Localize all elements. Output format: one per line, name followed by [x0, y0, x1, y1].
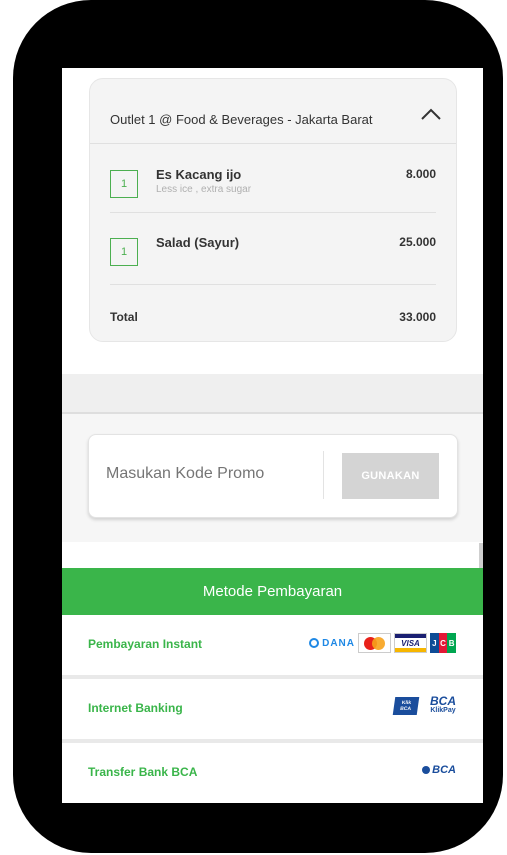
visa-logo-text: VISA	[401, 638, 420, 648]
app-screen: Outlet 1 @ Food & Beverages - Jakarta Ba…	[62, 68, 483, 803]
klikbca-text: BCA	[399, 706, 412, 712]
mastercard-logo	[358, 633, 391, 653]
bca-klikpay-subtext: KlikPay	[430, 707, 456, 714]
divider	[110, 284, 436, 285]
promo-box: GUNAKAN	[88, 434, 458, 518]
outlet-title: Outlet 1 @ Food & Beverages - Jakarta Ba…	[110, 112, 373, 127]
divider	[323, 451, 324, 499]
total-label: Total	[110, 310, 138, 324]
quantity-box[interactable]: 1	[110, 238, 138, 266]
jcb-logo: J C B	[430, 633, 457, 653]
payment-logos: DANA VISA J C B	[309, 633, 457, 653]
order-card: Outlet 1 @ Food & Beverages - Jakarta Ba…	[89, 78, 457, 342]
jcb-letter: C	[438, 633, 448, 653]
payment-method-instant[interactable]: Pembayaran Instant DANA VISA J C B	[62, 615, 483, 679]
payment-methods-header: Metode Pembayaran	[62, 568, 483, 615]
item-price: 8.000	[405, 167, 436, 181]
mastercard-yellow-circle	[372, 637, 385, 650]
divider	[90, 143, 456, 144]
payment-method-label: Internet Banking	[88, 701, 183, 715]
item-note: Less ice , extra sugar	[156, 184, 252, 195]
bca-logo: BCA	[422, 764, 456, 776]
jcb-letter: J	[430, 633, 439, 653]
klikbca-logo: Klik BCA	[392, 697, 420, 715]
payment-logos: BCA	[422, 764, 456, 776]
visa-band-gold	[395, 648, 426, 652]
dana-logo: DANA	[309, 638, 355, 649]
apply-promo-button[interactable]: GUNAKAN	[342, 453, 439, 499]
item-name: Salad (Sayur)	[156, 235, 240, 250]
payment-logos: Klik BCA BCA KlikPay	[392, 695, 456, 716]
payment-method-label: Pembayaran Instant	[88, 637, 203, 651]
bca-dot-icon	[422, 766, 431, 774]
chevron-up-icon[interactable]	[420, 107, 442, 121]
promo-code-input[interactable]	[106, 465, 316, 483]
payment-method-internet-banking[interactable]: Internet Banking Klik BCA BCA KlikPay	[62, 679, 483, 743]
section-separator	[62, 374, 483, 414]
bca-klikpay-logo: BCA KlikPay	[430, 695, 456, 716]
visa-logo: VISA	[394, 633, 427, 653]
phone-frame: Outlet 1 @ Food & Beverages - Jakarta Ba…	[13, 0, 503, 853]
item-price: 25.000	[399, 235, 436, 249]
quantity-box[interactable]: 1	[110, 170, 138, 198]
item-name: Es Kacang ijo	[156, 167, 242, 182]
dana-dot-icon	[309, 638, 320, 648]
jcb-letter: B	[447, 633, 457, 653]
bca-logo-text: BCA	[432, 764, 456, 776]
payment-method-label: Transfer Bank BCA	[88, 765, 198, 779]
divider	[110, 212, 436, 213]
payment-method-bca-transfer[interactable]: Transfer Bank BCA BCA	[62, 743, 483, 803]
total-value: 33.000	[399, 310, 436, 324]
dana-logo-text: DANA	[322, 637, 355, 649]
